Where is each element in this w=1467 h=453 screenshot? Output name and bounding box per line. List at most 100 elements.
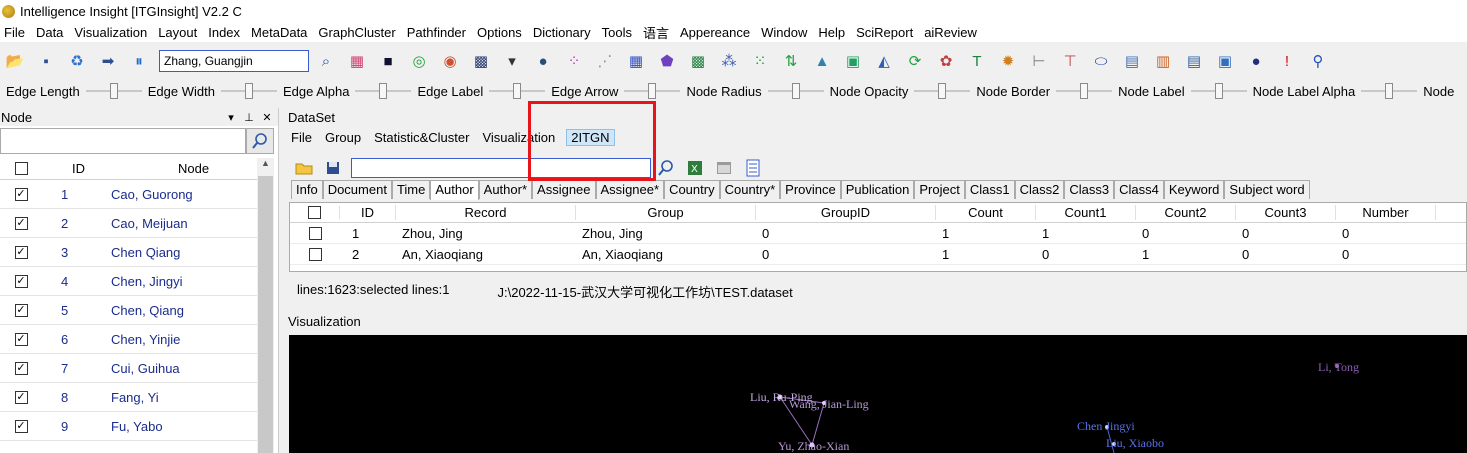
node-row[interactable]: ✓ 5 Chen, Qiang [0, 296, 257, 325]
close-icon[interactable]: ✕ [260, 111, 274, 124]
dark-texture-icon[interactable]: ▩ [470, 50, 492, 72]
menu-aireview[interactable]: aiReview [920, 25, 984, 40]
dropdown-icon[interactable]: ▾ [224, 111, 238, 124]
slider-thumb[interactable] [1080, 83, 1089, 99]
tab-assignee[interactable]: Assignee [532, 180, 596, 199]
menu-visualization[interactable]: Visualization [70, 25, 154, 40]
slider-track[interactable] [1361, 82, 1418, 100]
save-icon[interactable]: ▪ [35, 50, 57, 72]
gear-icon[interactable]: ✹ [997, 50, 1019, 72]
node-checkbox[interactable]: ✓ [14, 390, 28, 404]
dots-icon[interactable]: ⁙ [749, 50, 771, 72]
tab-author[interactable]: Author* [478, 180, 533, 199]
node-checkbox[interactable]: ✓ [14, 332, 28, 346]
row-checkbox[interactable] [308, 247, 322, 261]
tab-class4[interactable]: Class4 [1114, 180, 1164, 199]
dataset-menu-file[interactable]: File [289, 130, 314, 145]
dataset-menu-visualization[interactable]: Visualization [480, 130, 557, 145]
menu-index[interactable]: Index [204, 25, 247, 40]
slider-thumb[interactable] [513, 83, 522, 99]
node-checkbox[interactable]: ✓ [14, 216, 28, 230]
slider-thumb[interactable] [379, 83, 388, 99]
node-row[interactable]: ✓ 7 Cui, Guihua [0, 354, 257, 383]
open-folder-icon[interactable] [293, 158, 315, 178]
column-header-record[interactable]: Record [396, 205, 576, 220]
scrollbar-thumb[interactable] [258, 176, 273, 453]
menu-item[interactable]: 语言 [639, 23, 676, 42]
globe-icon[interactable]: ● [1245, 50, 1267, 72]
tab-province[interactable]: Province [780, 180, 841, 199]
slider-icon[interactable]: ⊢ [1028, 50, 1050, 72]
slider-thumb[interactable] [244, 83, 253, 99]
slider-track[interactable] [85, 82, 142, 100]
dark-square-icon[interactable]: ■ [377, 50, 399, 72]
target-icon[interactable]: ◎ [408, 50, 430, 72]
tab-country[interactable]: Country [664, 180, 720, 199]
node-table-scrollbar[interactable]: ▲ [257, 158, 274, 453]
menu-layout[interactable]: Layout [154, 25, 204, 40]
table-icon[interactable] [713, 158, 735, 178]
node-checkbox[interactable]: ✓ [14, 187, 28, 201]
menu-file[interactable]: File [0, 25, 32, 40]
select-all-checkbox[interactable] [14, 162, 28, 175]
refresh-icon[interactable]: ⟳ [904, 50, 926, 72]
column-header-groupid[interactable]: GroupID [756, 205, 936, 220]
save-icon[interactable] [322, 158, 344, 178]
slider2-icon[interactable]: ⊤ [1059, 50, 1081, 72]
world-map-icon[interactable]: ▩ [687, 50, 709, 72]
menu-appereance[interactable]: Appereance [676, 25, 757, 40]
node-row[interactable]: ✓ 8 Fang, Yi [0, 383, 257, 412]
panel3-icon[interactable]: ▣ [1214, 50, 1236, 72]
excel-icon[interactable]: X [684, 158, 706, 178]
ellipse-icon[interactable]: ⬭ [1090, 50, 1112, 72]
column-header-count3[interactable]: Count3 [1236, 205, 1336, 220]
column-header-id[interactable]: ID [340, 205, 396, 220]
row-checkbox[interactable] [308, 226, 322, 240]
grid-icon[interactable]: ▦ [625, 50, 647, 72]
pause-icon[interactable]: ⏸ [128, 50, 150, 72]
node-checkbox[interactable]: ✓ [14, 274, 28, 288]
node-search-button[interactable] [246, 128, 274, 154]
dataset-menu-group[interactable]: Group [323, 130, 363, 145]
slider-track[interactable] [624, 82, 681, 100]
node-row[interactable]: ✓ 9 Fu, Yabo [0, 412, 257, 441]
slider-thumb[interactable] [1214, 83, 1223, 99]
menu-pathfinder[interactable]: Pathfinder [403, 25, 473, 40]
node-row[interactable]: ✓ 3 Chen Qiang [0, 238, 257, 267]
dataset-filter-input[interactable] [351, 158, 651, 178]
menu-data[interactable]: Data [32, 25, 70, 40]
recycle-icon[interactable]: ♻ [66, 50, 88, 72]
mountain-icon[interactable]: ▲ [811, 50, 833, 72]
blob-icon[interactable]: ● [532, 50, 554, 72]
node-row[interactable]: ✓ 6 Chen, Yinjie [0, 325, 257, 354]
tab-publication[interactable]: Publication [840, 180, 915, 199]
column-header-count[interactable]: Count [936, 205, 1036, 220]
column-header-group[interactable]: Group [576, 205, 756, 220]
slider-track[interactable] [914, 82, 971, 100]
menu-scireport[interactable]: SciReport [852, 25, 920, 40]
slider-track[interactable] [1056, 82, 1113, 100]
menu-tools[interactable]: Tools [598, 25, 639, 40]
node-row[interactable]: ✓ 2 Cao, Meijuan [0, 209, 257, 238]
menu-help[interactable]: Help [814, 25, 852, 40]
table-row[interactable]: 2 An, Xiaoqiang An, Xiaoqiang 0 1 0 1 0 0 [290, 244, 1466, 265]
menu-graphcluster[interactable]: GraphCluster [314, 25, 402, 40]
node-row[interactable]: ✓ 4 Chen, Jingyi [0, 267, 257, 296]
column-header-count2[interactable]: Count2 [1136, 205, 1236, 220]
node-row[interactable]: ✓ 1 Cao, Guorong [0, 180, 257, 209]
tab-subject-word[interactable]: Subject word [1224, 180, 1310, 199]
tab-class1[interactable]: Class1 [964, 180, 1015, 199]
dataset-menu-2itgn[interactable]: 2ITGN [566, 128, 615, 146]
tab-class2[interactable]: Class2 [1014, 180, 1065, 199]
node-checkbox[interactable]: ✓ [14, 361, 28, 375]
column-header-node[interactable]: Node [102, 161, 257, 176]
column-header-number[interactable]: Number [1336, 205, 1436, 220]
network-graph[interactable]: Li, Tong Liu, Ru-Ping Wang, Jian-Ling Yu… [289, 335, 1467, 453]
slider-thumb[interactable] [109, 83, 118, 99]
slider-track[interactable] [220, 82, 277, 100]
tab-keyword[interactable]: Keyword [1163, 180, 1225, 199]
panel-icon[interactable]: ▤ [1121, 50, 1143, 72]
menu-options[interactable]: Options [473, 25, 529, 40]
runner-icon[interactable]: ⚲ [1307, 50, 1329, 72]
tab-time[interactable]: Time [391, 180, 431, 199]
